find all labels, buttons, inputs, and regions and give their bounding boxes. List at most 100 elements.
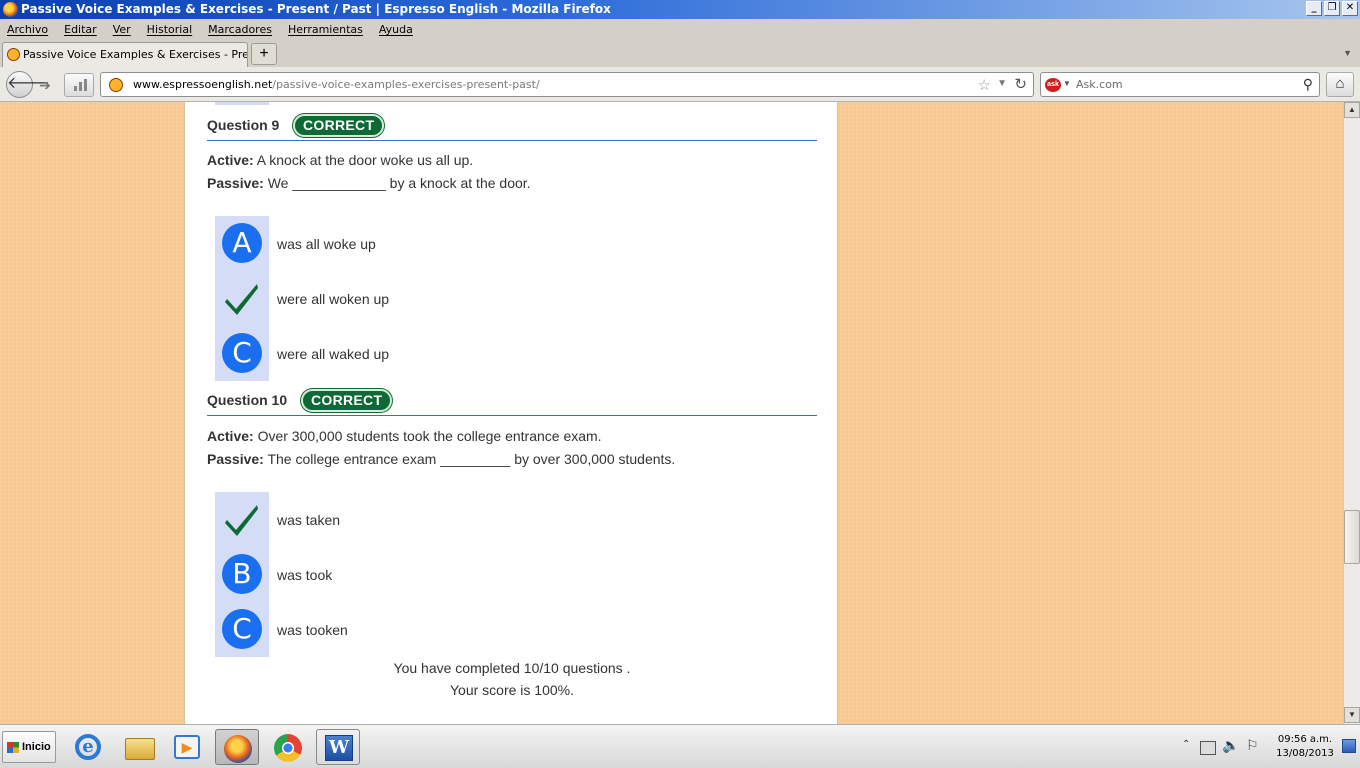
window-controls: _ ❐ ✕ [1306,1,1358,16]
passive-label: Passive: [207,175,264,191]
url-text[interactable]: www.espressoenglish.net/passive-voice-ex… [133,73,540,96]
menu-bar: Archivo Editar Ver Historial Marcadores … [0,19,1360,40]
site-identity-icon[interactable] [109,78,123,92]
start-label: Inicio [22,741,51,753]
scroll-thumb[interactable] [1344,510,1360,564]
option-c-button[interactable]: C [222,609,262,649]
passive-label: Passive: [207,451,264,467]
media-player-button[interactable]: ▶ [165,729,209,765]
menu-historial[interactable]: Historial [147,23,192,36]
file-explorer-button[interactable] [117,729,161,765]
question-label: Question 10 [207,392,288,408]
option-c-button[interactable]: C [222,333,262,373]
show-hidden-icons-chevron-icon[interactable]: ⌃ [1182,739,1190,750]
word-icon: W [325,735,353,761]
firefox-icon [224,735,252,763]
active-text: Over 300,000 students took the college e… [253,428,602,444]
previous-option-column [215,102,269,105]
menu-ayuda[interactable]: Ayuda [379,23,413,36]
passive-sentence: Passive: The college entrance exam _____… [207,451,675,467]
page-viewport: Question 9 CORRECT Active: A knock at th… [0,102,1343,724]
folder-icon [125,738,155,760]
passive-text: The college entrance exam _________ by o… [263,451,676,467]
tab-label: Passive Voice Examples & Exercises - Pre… [23,48,247,61]
system-tray: ⌃ 🔈 ⚐ 09:56 a.m. 13/08/2013 [1176,729,1360,765]
history-bars-icon[interactable] [64,73,94,97]
site-favicon-icon [7,48,20,61]
search-input[interactable]: Ask.com [1076,73,1123,96]
new-tab-button[interactable]: + [251,43,277,65]
scroll-up-icon[interactable]: ▲ [1344,102,1360,118]
tab-passive-voice[interactable]: Passive Voice Examples & Exercises - Pre… [2,42,248,67]
tab-list-chevron-icon[interactable]: ▼ [1343,48,1352,58]
address-bar[interactable]: www.espressoenglish.net/passive-voice-ex… [100,72,1034,97]
url-path: /passive-voice-examples-exercises-presen… [272,78,540,91]
search-bar[interactable]: ask ▼ Ask.com ⚲ [1040,72,1320,97]
search-icon[interactable]: ⚲ [1303,76,1313,93]
chrome-icon [274,734,302,762]
internet-explorer-icon: e [75,734,101,760]
option-c-text[interactable]: were all waked up [277,346,389,362]
navigation-bar: 🡐 ➔ www.espressoenglish.net/passive-voic… [0,67,1360,102]
volume-icon[interactable]: 🔈 [1222,737,1239,754]
back-button[interactable]: 🡐 [6,71,50,98]
tab-bar: Passive Voice Examples & Exercises - Pre… [0,40,1360,67]
option-b-text[interactable]: was took [277,567,332,583]
ask-engine-icon[interactable]: ask [1045,78,1061,92]
menu-archivo[interactable]: Archivo [7,23,48,36]
show-desktop-button[interactable] [1342,739,1356,753]
active-label: Active: [207,428,254,444]
title-bar: Passive Voice Examples & Exercises - Pre… [0,0,1360,19]
network-icon[interactable] [1200,741,1216,755]
chrome-button[interactable] [266,729,310,765]
option-b-button[interactable]: B [222,554,262,594]
word-button[interactable]: W [316,729,360,765]
scroll-down-icon[interactable]: ▼ [1344,707,1360,723]
reload-icon[interactable]: ↻ [1014,75,1027,93]
passive-sentence: Passive: We ____________ by a knock at t… [207,175,531,191]
minimize-button[interactable]: _ [1306,1,1322,16]
menu-editar[interactable]: Editar [64,23,97,36]
option-a-text[interactable]: was all woke up [277,236,376,252]
checkmark-icon[interactable] [222,499,262,539]
quiz-content: Question 9 CORRECT Active: A knock at th… [184,102,838,724]
option-column: B C [215,492,269,657]
completion-text: You have completed 10/10 questions . [393,660,631,676]
url-domain: www.espressoenglish.net [133,78,273,91]
passive-text: We ____________ by a knock at the door. [263,175,531,191]
question-header: Question 10 CORRECT [207,388,817,416]
taskbar: Inicio e ▶ W ⌃ 🔈 ⚐ 09:56 a.m. 13/08/2013 [0,724,1360,768]
menu-herramientas[interactable]: Herramientas [288,23,363,36]
menu-ver[interactable]: Ver [113,23,131,36]
option-c-text[interactable]: was tooken [277,622,348,638]
clock[interactable]: 09:56 a.m. 13/08/2013 [1276,733,1334,761]
active-text: A knock at the door woke us all up. [253,152,474,168]
firefox-taskbar-button[interactable] [215,729,259,765]
active-sentence: Active: Over 300,000 students took the c… [207,428,602,444]
internet-explorer-button[interactable]: e [66,729,110,765]
clock-time: 09:56 a.m. [1277,734,1333,745]
media-player-icon: ▶ [174,735,200,759]
firefox-icon [3,2,18,17]
start-button[interactable]: Inicio [2,731,56,763]
vertical-scrollbar[interactable]: ▲ ▼ [1343,102,1360,724]
search-engine-chevron-icon[interactable]: ▼ [1063,79,1071,88]
option-b-text[interactable]: were all woken up [277,291,389,307]
forward-button[interactable]: ➔ [34,75,56,95]
option-column: A C [215,216,269,381]
score-text: Your score is 100%. [450,682,574,698]
option-a-button[interactable]: A [222,223,262,263]
active-sentence: Active: A knock at the door woke us all … [207,152,473,168]
menu-marcadores[interactable]: Marcadores [208,23,272,36]
option-a-text[interactable]: was taken [277,512,340,528]
home-button[interactable]: ⌂ [1326,72,1354,97]
close-button[interactable]: ✕ [1342,1,1358,16]
bookmark-star-icon[interactable]: ☆ [978,76,991,94]
question-label: Question 9 [207,117,280,133]
restore-button[interactable]: ❐ [1324,1,1340,16]
window-title: Passive Voice Examples & Exercises - Pre… [21,2,611,16]
windows-logo-icon [7,742,19,753]
checkmark-icon[interactable] [222,278,262,318]
action-center-flag-icon[interactable]: ⚐ [1246,737,1259,754]
url-dropdown-icon[interactable]: ▼ [997,78,1007,89]
